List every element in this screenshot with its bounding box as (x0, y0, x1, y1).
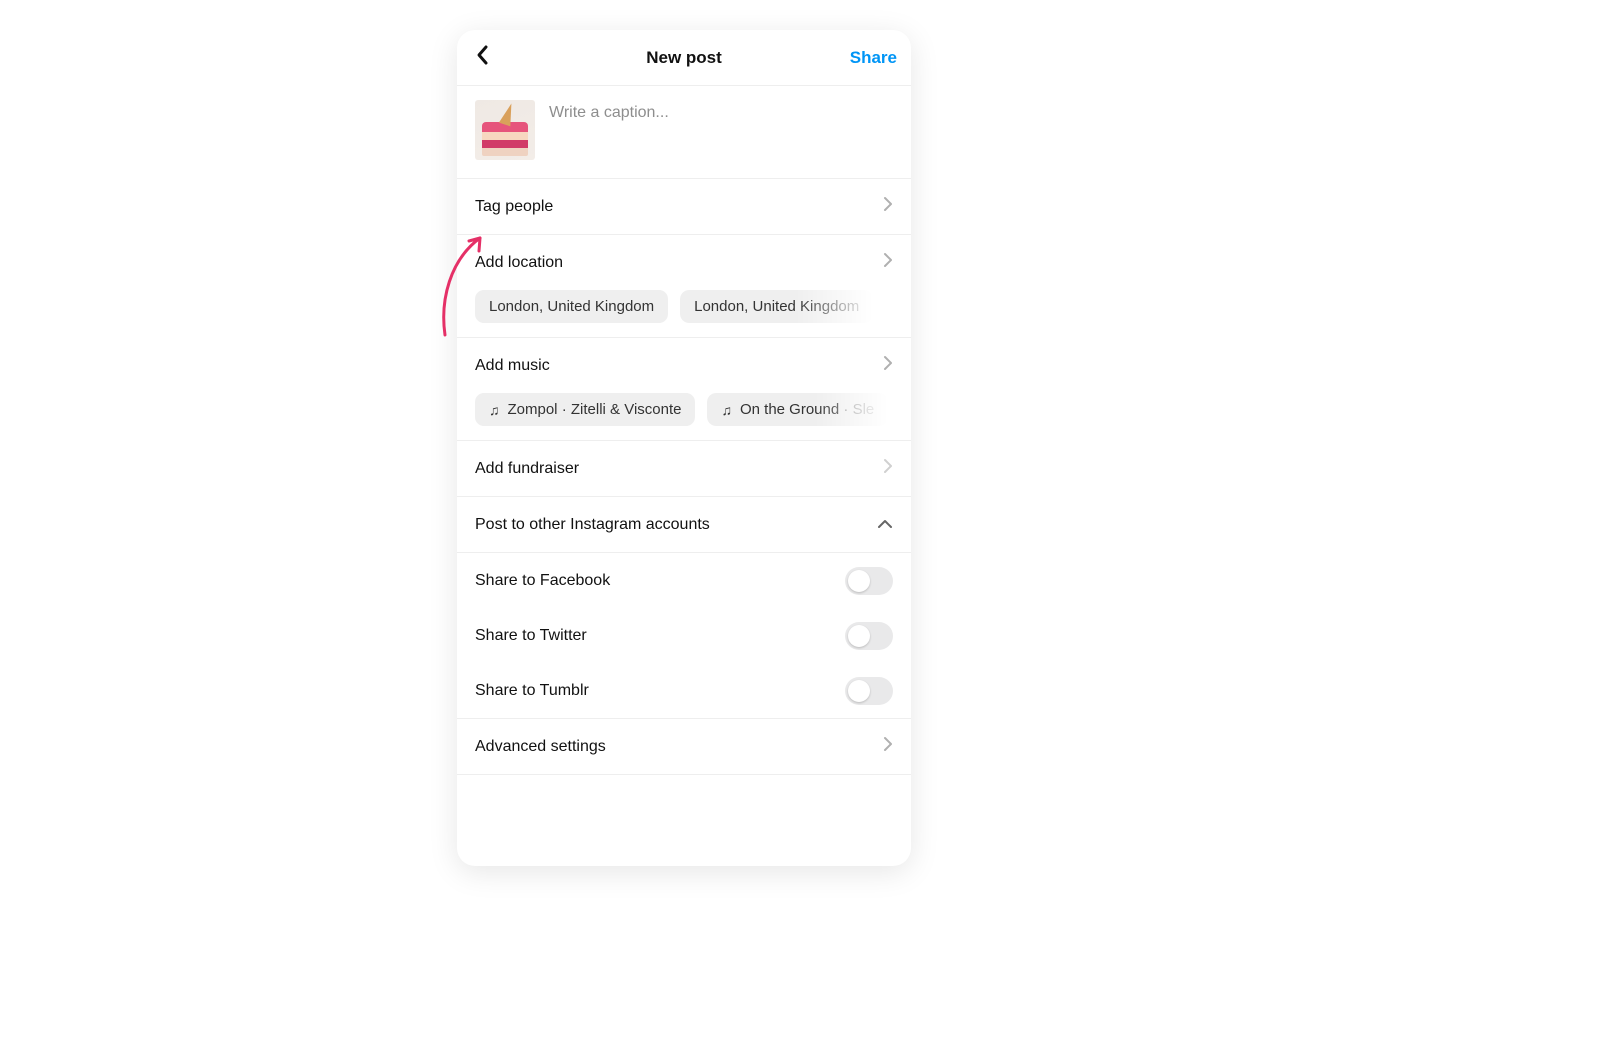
tag-people-label: Tag people (475, 198, 553, 216)
post-thumbnail[interactable] (475, 100, 535, 160)
music-note-icon: ♫ (721, 403, 732, 417)
add-location-row[interactable]: Add location (457, 235, 911, 290)
back-button[interactable] (469, 30, 497, 85)
music-artist: Zitelli & Visconte (571, 401, 682, 418)
share-twitter-label: Share to Twitter (475, 627, 587, 645)
location-chip[interactable]: London, United Kingdom (680, 290, 873, 323)
add-fundraiser-label: Add fundraiser (475, 460, 579, 478)
post-other-accounts-row[interactable]: Post to other Instagram accounts (457, 497, 911, 553)
music-chip[interactable]: ♫ Zompol · Zitelli & Visconte (475, 393, 695, 426)
chevron-right-icon (883, 355, 893, 376)
add-location-label: Add location (475, 254, 563, 272)
share-facebook-row: Share to Facebook (457, 553, 911, 608)
share-button[interactable]: Share (850, 30, 897, 85)
location-chip[interactable]: London, United Kingdom (475, 290, 668, 323)
advanced-settings-label: Advanced settings (475, 738, 606, 756)
add-location-section: Add location London, United Kingdom Lond… (457, 235, 911, 338)
add-music-label: Add music (475, 357, 550, 375)
phone-frame: New post Share Write a caption... Tag pe… (457, 30, 911, 866)
share-twitter-toggle[interactable] (845, 622, 893, 650)
music-chip[interactable]: ♫ On the Ground · Sle (707, 393, 888, 426)
add-music-row[interactable]: Add music (457, 338, 911, 393)
location-suggestions: London, United Kingdom London, United Ki… (457, 290, 911, 337)
chevron-left-icon (475, 44, 491, 71)
add-fundraiser-row[interactable]: Add fundraiser (457, 441, 911, 497)
share-tumblr-row: Share to Tumblr (457, 663, 911, 719)
share-facebook-toggle[interactable] (845, 567, 893, 595)
header-title: New post (646, 48, 722, 68)
chevron-right-icon (883, 458, 893, 479)
post-other-accounts-label: Post to other Instagram accounts (475, 516, 710, 534)
caption-input[interactable]: Write a caption... (549, 100, 669, 160)
chevron-right-icon (883, 196, 893, 217)
chevron-right-icon (883, 736, 893, 757)
music-title: On the Ground (740, 401, 839, 418)
music-title: Zompol (508, 401, 558, 418)
share-tumblr-label: Share to Tumblr (475, 682, 589, 700)
add-music-section: Add music ♫ Zompol · Zitelli & Visconte … (457, 338, 911, 441)
music-note-icon: ♫ (489, 403, 500, 417)
caption-row[interactable]: Write a caption... (457, 86, 911, 179)
share-tumblr-toggle[interactable] (845, 677, 893, 705)
tag-people-row[interactable]: Tag people (457, 179, 911, 235)
share-facebook-label: Share to Facebook (475, 572, 610, 590)
share-twitter-row: Share to Twitter (457, 608, 911, 663)
chevron-up-icon (877, 516, 893, 534)
header-bar: New post Share (457, 30, 911, 86)
advanced-settings-row[interactable]: Advanced settings (457, 719, 911, 775)
music-suggestions: ♫ Zompol · Zitelli & Visconte ♫ On the G… (457, 393, 911, 440)
chevron-right-icon (883, 252, 893, 273)
music-artist: Sle (853, 401, 875, 418)
